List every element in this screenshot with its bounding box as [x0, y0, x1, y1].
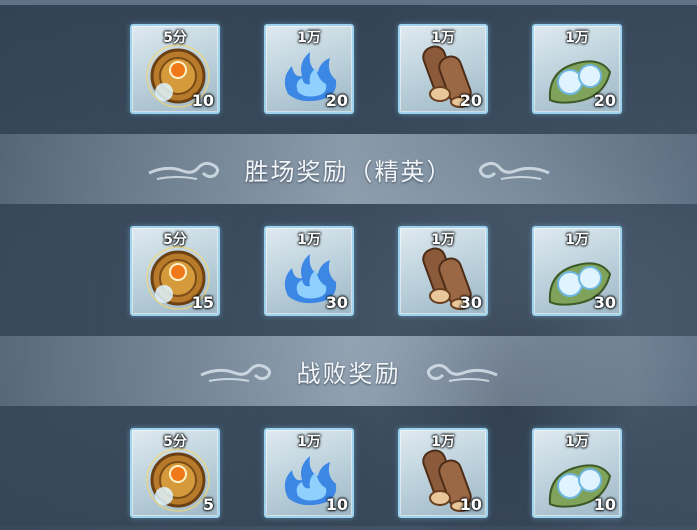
cloud-ornament-left-icon [199, 363, 271, 382]
reward-item-blue-flame[interactable]: 1万 20 [264, 24, 354, 114]
item-badge: 1万 [297, 232, 321, 248]
reward-item-blue-flame[interactable]: 1万 30 [264, 226, 354, 316]
cloud-ornament-right-icon [478, 161, 550, 180]
item-count: 15 [191, 293, 214, 312]
section-title: 胜场奖励（精英） [244, 157, 453, 186]
item-badge: 1万 [565, 232, 589, 248]
section-title: 战败奖励 [296, 359, 401, 388]
section-header-defeat: 战败奖励 [0, 336, 697, 406]
item-badge: 1万 [431, 434, 455, 450]
item-count: 30 [593, 293, 616, 312]
reward-row: 5分 10 1万 20 1万 20 1万 20 [0, 24, 697, 120]
item-count: 5 [202, 495, 214, 514]
reward-item-medallion[interactable]: 5分 5 [130, 428, 220, 518]
reward-item-medallion[interactable]: 5分 15 [130, 226, 220, 316]
item-count: 30 [459, 293, 482, 312]
item-badge: 1万 [565, 30, 589, 46]
reward-item-wood[interactable]: 1万 30 [398, 226, 488, 316]
cloud-ornament-left-icon [147, 161, 219, 180]
cloud-ornament-right-icon [426, 363, 498, 382]
item-count: 10 [459, 495, 482, 514]
item-badge: 1万 [565, 434, 589, 450]
top-divider [0, 0, 697, 5]
item-count: 30 [325, 293, 348, 312]
reward-item-wood[interactable]: 1万 10 [398, 428, 488, 518]
reward-item-dewdrop[interactable]: 1万 30 [532, 226, 622, 316]
reward-item-wood[interactable]: 1万 20 [398, 24, 488, 114]
item-count: 10 [325, 495, 348, 514]
reward-row: 5分 5 1万 10 1万 10 1万 10 [0, 428, 697, 524]
item-count: 20 [593, 91, 616, 110]
item-badge: 5分 [163, 232, 187, 248]
section-header-elite-win: 胜场奖励（精英） [0, 134, 697, 204]
item-badge: 5分 [163, 30, 187, 46]
bronze-medallion-icon [146, 448, 210, 512]
item-badge: 5分 [163, 434, 187, 450]
item-badge: 1万 [297, 434, 321, 450]
item-count: 10 [593, 495, 616, 514]
item-badge: 1万 [431, 30, 455, 46]
item-count: 20 [325, 91, 348, 110]
reward-item-dewdrop[interactable]: 1万 10 [532, 428, 622, 518]
item-badge: 1万 [431, 232, 455, 248]
reward-item-blue-flame[interactable]: 1万 10 [264, 428, 354, 518]
item-count: 10 [191, 91, 214, 110]
item-count: 20 [459, 91, 482, 110]
reward-item-medallion[interactable]: 5分 10 [130, 24, 220, 114]
item-badge: 1万 [297, 30, 321, 46]
reward-item-dewdrop[interactable]: 1万 20 [532, 24, 622, 114]
reward-row: 5分 15 1万 30 1万 30 1万 30 [0, 226, 697, 322]
